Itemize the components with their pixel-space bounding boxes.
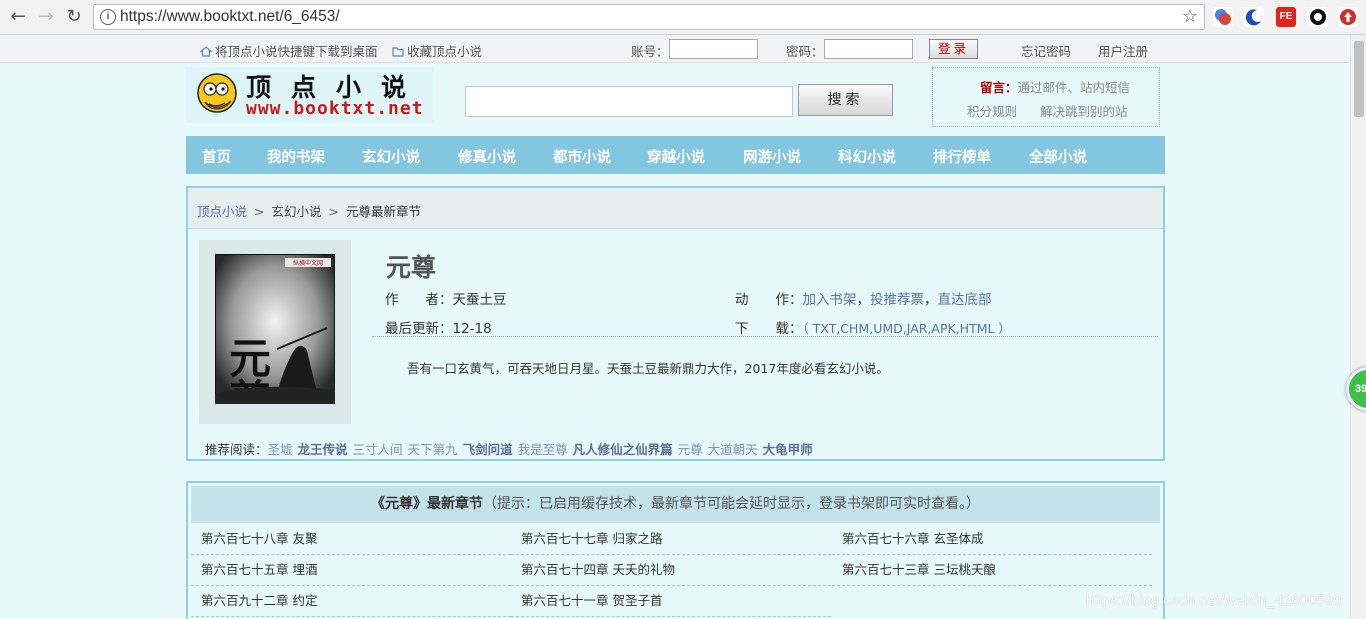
- account-label: 账号：: [631, 44, 669, 59]
- chapter-link[interactable]: 第六百七十六章 玄圣体成: [832, 524, 1152, 555]
- back-icon[interactable]: ←: [6, 5, 30, 29]
- nav-xiuzhen[interactable]: 修真小说: [458, 146, 516, 167]
- divider: [372, 336, 1158, 337]
- site-topbar: 将顶点小说快捷键下载到桌面 收藏顶点小说 账号： 密码： 登录 忘记密码 用户注…: [0, 35, 1350, 63]
- book-intro: 吾有一口玄黄气，可吞天地日月星。天蚕土豆最新鼎力大作，2017年度必看玄幻小说。: [407, 361, 889, 376]
- nav-all-novels[interactable]: 全部小说: [1029, 146, 1087, 167]
- home-icon: [199, 45, 213, 57]
- recommend-item[interactable]: 天下第九: [408, 442, 458, 457]
- recommend-label: 推荐阅读：: [205, 442, 268, 457]
- nav-wangyou[interactable]: 网游小说: [743, 146, 801, 167]
- recommend-item[interactable]: 凡人修仙之仙界篇: [573, 442, 673, 457]
- breadcrumb-home[interactable]: 顶点小说: [197, 204, 247, 219]
- password-input[interactable]: [824, 39, 913, 59]
- add-to-bookshelf-link[interactable]: 加入书架: [803, 292, 857, 308]
- password-label: 密码：: [786, 44, 824, 59]
- chapters-note: （提示：已启用缓存技术，最新章节可能会延时显示，登录书架即可实时查看。）: [483, 496, 980, 512]
- moon-extension-icon[interactable]: [1244, 7, 1264, 27]
- circle-extension-icon[interactable]: [1308, 7, 1328, 27]
- breadcrumb-category[interactable]: 玄幻小说: [271, 204, 321, 219]
- nav-bookshelf[interactable]: 我的书架: [267, 146, 325, 167]
- go-to-bottom-link[interactable]: 直达底部: [938, 292, 992, 308]
- recommend-item[interactable]: 大龟甲师: [763, 442, 813, 457]
- nav-dushi[interactable]: 都市小说: [553, 146, 611, 167]
- recommend-item[interactable]: 元尊: [678, 442, 703, 457]
- book-title: 元尊: [386, 253, 437, 282]
- login-button[interactable]: 登录: [929, 39, 978, 59]
- address-bar[interactable]: i https://www.booktxt.net/6_6453/ ☆: [93, 4, 1205, 30]
- download-row: 下 载：（ TXT,CHM,UMD,JAR,APK,HTML ）: [735, 321, 1011, 337]
- recommend-item[interactable]: 圣墟: [268, 442, 293, 457]
- chapter-link[interactable]: 第六百七十七章 归家之路: [511, 524, 831, 555]
- nav-home[interactable]: 首页: [202, 146, 231, 167]
- breadcrumb: 顶点小说 > 玄幻小说 > 元尊最新章节: [188, 188, 1163, 229]
- address-url[interactable]: https://www.booktxt.net/6_6453/: [120, 8, 340, 26]
- info-icon[interactable]: i: [100, 9, 116, 25]
- recommend-reading: 推荐阅读：圣墟 龙王传说 三寸人间 天下第九 飞剑问道 我是至尊 凡人修仙之仙界篇 元尊 大道朝…: [205, 439, 818, 458]
- chapter-link[interactable]: 第六百七十三章 三坛桃夭酿: [832, 555, 1152, 586]
- redirect-fix-link[interactable]: 解决跳到别的站: [1040, 101, 1128, 120]
- main-nav: 首页 我的书架 玄幻小说 修真小说 都市小说 穿越小说 网游小说 科幻小说 排行…: [186, 136, 1165, 174]
- folder-icon: [392, 45, 404, 57]
- nav-ranking[interactable]: 排行榜单: [933, 146, 991, 167]
- nav-chuanyue[interactable]: 穿越小说: [647, 146, 705, 167]
- book-cover-frame: 纵横中文网 元尊: [199, 240, 351, 424]
- upload-extension-icon[interactable]: [1338, 7, 1358, 27]
- notice-text: 通过邮件、站内短信: [1017, 80, 1131, 95]
- recommend-item[interactable]: 飞剑问道: [463, 442, 513, 457]
- watermark-text: https://blog.csdn.net/weixin_42600599: [1086, 592, 1342, 609]
- add-favorite-link[interactable]: 收藏顶点小说: [392, 41, 482, 60]
- chapter-link[interactable]: 第六百九十二章 约定: [191, 586, 511, 617]
- last-update-value: 12-18: [452, 321, 492, 337]
- breadcrumb-separator: >: [328, 204, 339, 219]
- last-update-row: 最后更新：12-18: [385, 321, 492, 337]
- recommend-item[interactable]: 三寸人间: [353, 442, 403, 457]
- homer-face-icon: [197, 73, 237, 113]
- recommend-item[interactable]: 我是至尊: [518, 442, 568, 457]
- site-logo[interactable]: 顶点小说 www.booktxt.net: [186, 67, 434, 123]
- book-info-box: 顶点小说 > 玄幻小说 > 元尊最新章节 纵横中文网 元尊 元尊 作 者：天蚕土…: [186, 186, 1165, 461]
- book-cover-image[interactable]: 纵横中文网 元尊: [215, 254, 335, 404]
- translate-extension-icon[interactable]: [1213, 7, 1233, 27]
- notice-box: 留言：通过邮件、站内短信 积分规则 解决跳到别的站: [932, 67, 1160, 127]
- forward-icon[interactable]: →: [34, 5, 58, 29]
- reload-icon[interactable]: ↻: [62, 5, 86, 29]
- page-scrollbar[interactable]: [1350, 35, 1366, 619]
- recommend-item[interactable]: 大道朝天: [708, 442, 758, 457]
- latest-chapters-box: 《元尊》最新章节（提示：已启用缓存技术，最新章节可能会延时显示，登录书架即可实时…: [186, 481, 1165, 619]
- recommend-vote-link[interactable]: 投推荐票: [870, 292, 924, 308]
- breadcrumb-current: 元尊最新章节: [345, 204, 421, 219]
- search-button[interactable]: 搜索: [798, 84, 893, 116]
- search-input[interactable]: [465, 86, 793, 117]
- recommend-item[interactable]: 龙王传说: [298, 442, 348, 457]
- chapter-link[interactable]: 第六百七十五章 埋酒: [191, 555, 511, 586]
- chapter-link[interactable]: 第六百七十一章 贺圣子首: [511, 586, 831, 617]
- fe-extension-icon[interactable]: FE: [1276, 7, 1296, 27]
- points-rules-link[interactable]: 积分规则: [967, 101, 1017, 120]
- nav-kehuan[interactable]: 科幻小说: [838, 146, 896, 167]
- logo-domain-text: www.booktxt.net: [246, 98, 424, 119]
- nav-xuanhuan[interactable]: 玄幻小说: [362, 146, 420, 167]
- notice-label: 留言：: [980, 80, 1018, 95]
- cover-publisher: 纵横中文网: [293, 259, 323, 267]
- chapter-link[interactable]: 第六百七十四章 夭夭的礼物: [511, 555, 831, 586]
- account-input[interactable]: [669, 39, 758, 59]
- register-link[interactable]: 用户注册: [1098, 41, 1148, 60]
- download-formats-link[interactable]: （ TXT,CHM,UMD,JAR,APK,HTML ）: [803, 321, 1011, 336]
- chapter-link[interactable]: 第六百七十八章 友聚: [191, 524, 511, 555]
- author-name: 天蚕土豆: [452, 292, 507, 308]
- scrollbar-thumb[interactable]: [1354, 41, 1364, 117]
- desktop-shortcut-link[interactable]: 将顶点小说快捷键下载到桌面: [199, 41, 378, 60]
- breadcrumb-separator: >: [254, 204, 265, 219]
- author-row: 作 者：天蚕土豆: [385, 292, 507, 308]
- bookmark-star-icon[interactable]: ☆: [1182, 6, 1198, 27]
- chapters-title: 《元尊》最新章节: [371, 496, 483, 512]
- floating-badge[interactable]: 39: [1346, 367, 1366, 411]
- browser-toolbar: ← → ↻ i https://www.booktxt.net/6_6453/ …: [0, 0, 1366, 35]
- forgot-password-link[interactable]: 忘记密码: [1021, 41, 1071, 60]
- action-row: 动 作：加入书架，投推荐票，直达底部: [735, 292, 992, 308]
- chapters-header: 《元尊》最新章节（提示：已启用缓存技术，最新章节可能会延时显示，登录书架即可实时…: [191, 486, 1160, 523]
